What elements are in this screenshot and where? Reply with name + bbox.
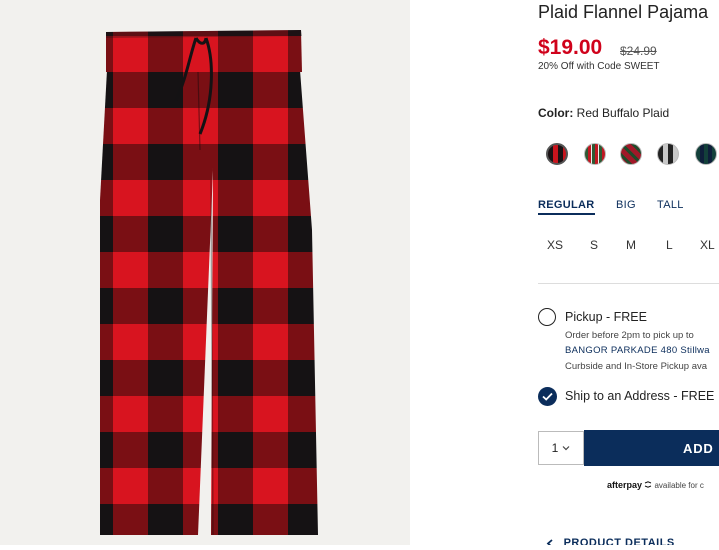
store-link[interactable]: BANGOR PARKADE 480 Stillwa (565, 345, 710, 356)
afterpay-logo: afterpay (607, 480, 643, 490)
afterpay-text: available for c (654, 481, 704, 490)
afterpay-info[interactable]: afterpay available for c (607, 480, 704, 490)
add-to-bag-button[interactable]: ADD (584, 430, 719, 466)
ship-radio[interactable] (538, 387, 557, 406)
product-title: Plaid Flannel Pajama (538, 2, 709, 22)
size-s[interactable]: S (590, 238, 598, 252)
color-selection: Color: Red Buffalo Plaid (538, 106, 669, 120)
pickup-radio[interactable] (538, 308, 556, 326)
product-details-label: PRODUCT DETAILS (563, 537, 675, 545)
swatch-green-navy-tartan[interactable] (695, 143, 717, 165)
size-xl[interactable]: XL (700, 238, 715, 252)
pickup-note: Order before 2pm to pick up to (565, 330, 694, 341)
color-value: Red Buffalo Plaid (576, 106, 670, 120)
pickup-label[interactable]: Pickup - FREE (565, 310, 647, 324)
swatch-red-buffalo-plaid[interactable] (546, 143, 568, 165)
tab-tall[interactable]: TALL (657, 199, 684, 211)
swatch-green-red-tartan[interactable] (584, 143, 606, 165)
swatch-gray-black-buffalo[interactable] (657, 143, 679, 165)
quantity-value: 1 (551, 441, 559, 455)
sale-price: $19.00 (538, 36, 603, 59)
product-details-toggle[interactable]: PRODUCT DETAILS (546, 537, 675, 545)
original-price: $24.99 (620, 44, 657, 58)
size-l[interactable]: L (666, 238, 673, 252)
tab-regular[interactable]: REGULAR (538, 199, 595, 215)
product-image[interactable] (0, 0, 410, 545)
add-button-label: ADD (683, 440, 714, 456)
size-m[interactable]: M (626, 238, 636, 252)
tab-big[interactable]: BIG (616, 199, 636, 211)
ship-label[interactable]: Ship to an Address - FREE (565, 389, 714, 403)
swatch-red-green-plaid[interactable] (620, 143, 642, 165)
afterpay-arrows-icon (645, 481, 652, 488)
divider (538, 283, 719, 284)
size-xs[interactable]: XS (547, 238, 563, 252)
product-detail-panel: Plaid Flannel Pajama $19.00 $24.99 20% O… (538, 0, 719, 545)
chevron-down-icon (562, 446, 570, 451)
checkmark-icon (542, 392, 553, 401)
color-label: Color: (538, 106, 574, 120)
promo-text: 20% Off with Code SWEET (538, 61, 660, 72)
quantity-select[interactable]: 1 (538, 431, 584, 465)
curbside-note: Curbside and In-Store Pickup ava (565, 361, 708, 372)
chevron-left-icon (546, 538, 553, 545)
